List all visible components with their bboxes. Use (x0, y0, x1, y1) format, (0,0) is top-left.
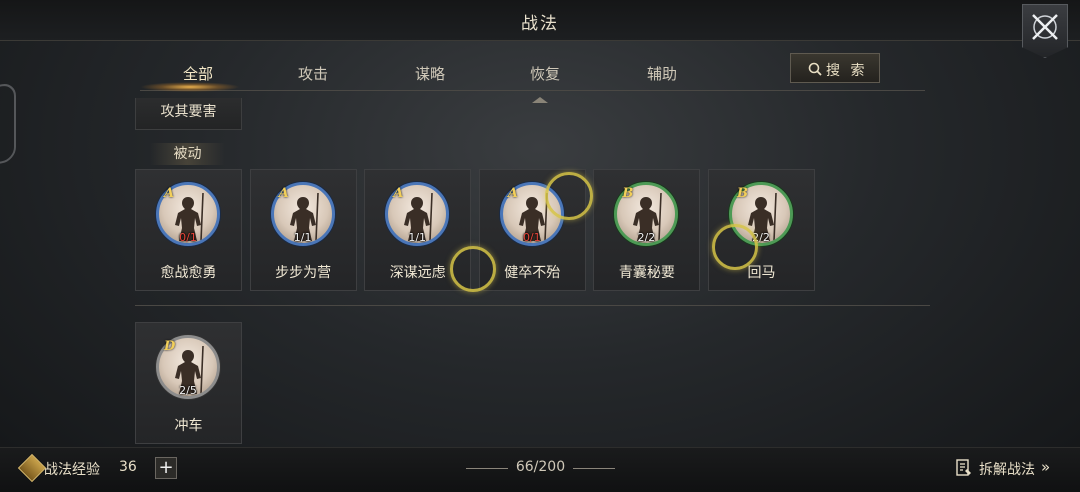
side-ornament (0, 81, 16, 168)
search-label: 搜 索 (826, 63, 868, 79)
decompose-skill-button[interactable]: 拆解战法 » (955, 457, 1065, 481)
tab-support[interactable]: 辅助 (622, 63, 702, 84)
skill-count: 2/5 (179, 384, 197, 397)
tab-recovery[interactable]: 恢复 (505, 63, 585, 84)
skill-count: 2/2 (637, 231, 656, 244)
add-exp-button[interactable]: + (155, 457, 177, 479)
skill-name: 回马 (747, 265, 776, 281)
skill-grade-badge: A (278, 186, 289, 201)
chevron-right-icon: » (1041, 458, 1051, 476)
skill-grade-badge: B (622, 186, 634, 201)
skill-exp-value: 36 (119, 459, 137, 475)
search-icon (808, 62, 822, 76)
close-button[interactable] (1022, 4, 1068, 58)
tab-strategy[interactable]: 谋略 (390, 63, 470, 84)
skill-grade-badge: A (393, 186, 404, 201)
skill-count: 1/1 (408, 231, 427, 244)
skill-count: 1/1 (293, 231, 312, 244)
scroll-up-caret-icon (532, 97, 548, 103)
skill-name: 步步为营 (275, 265, 332, 281)
skill-name: 冲车 (174, 418, 203, 434)
active-tab-indicator (140, 82, 240, 92)
skill-grade-badge: B (737, 186, 748, 201)
skill-card[interactable]: A 0/1 愈战愈勇 (135, 169, 242, 291)
skill-card-partial[interactable]: 攻其要害 (135, 98, 242, 130)
skill-grade-badge: D (164, 339, 176, 354)
progress-divider-right (573, 468, 615, 469)
skill-name: 深谋远虑 (389, 265, 446, 281)
section-divider (135, 305, 930, 306)
tab-all[interactable]: 全部 (158, 63, 238, 84)
skill-card[interactable]: A 1/1 深谋远虑 (364, 169, 472, 291)
skill-name: 青囊秘要 (618, 265, 675, 281)
tab-attack[interactable]: 攻击 (273, 63, 353, 84)
skill-name: 健卒不殆 (504, 265, 561, 281)
skill-name: 攻其要害 (160, 104, 217, 120)
skill-grade-badge: A (507, 186, 518, 201)
document-icon (956, 459, 971, 476)
skill-card[interactable]: B 2/2 青囊秘要 (593, 169, 701, 291)
skill-name: 愈战愈勇 (160, 265, 217, 281)
skill-count: 0/1 (522, 231, 541, 244)
section-label-passive: 被动 (150, 143, 225, 165)
decompose-label: 拆解战法 (979, 462, 1035, 478)
skill-card[interactable]: D 2/5 冲车 (135, 322, 242, 444)
skill-card[interactable]: A 0/1 健卒不殆 (478, 169, 586, 291)
page-title: 战法 (521, 14, 559, 34)
crossed-swords-icon (1032, 14, 1058, 40)
top-bar: 战法 (0, 0, 1080, 41)
skill-count-progress: 66/200 (515, 459, 566, 475)
skill-exp-label: 战法经验 (44, 462, 100, 478)
skill-card[interactable]: B 2/2 回马 (708, 169, 815, 291)
skill-card[interactable]: A 1/1 步步为营 (249, 169, 357, 291)
progress-divider-left (466, 468, 508, 469)
skill-grade-badge: A (164, 186, 175, 201)
skill-count: 0/1 (179, 231, 197, 244)
search-button[interactable]: 搜 索 (790, 53, 880, 83)
skill-count: 2/2 (752, 231, 770, 244)
